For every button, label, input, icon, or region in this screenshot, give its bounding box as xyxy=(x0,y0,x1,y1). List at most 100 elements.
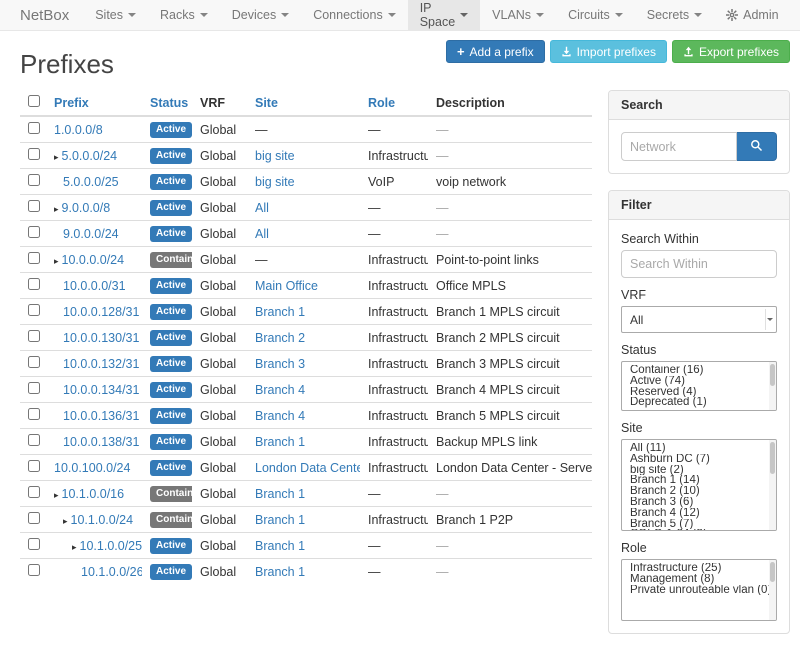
select-all-checkbox[interactable] xyxy=(28,95,40,107)
row-checkbox[interactable] xyxy=(28,174,40,186)
nav-item-ip-space[interactable]: IP Space xyxy=(408,0,480,30)
select-option[interactable]: big site (2) xyxy=(622,465,776,476)
row-checkbox[interactable] xyxy=(28,252,40,264)
nav-item-devices[interactable]: Devices xyxy=(220,0,301,30)
prefix-link[interactable]: 10.1.0.0/25 xyxy=(80,539,142,553)
prefix-link[interactable]: 10.1.0.0/24 xyxy=(71,513,134,527)
site-link[interactable]: big site xyxy=(255,149,295,163)
select-option[interactable]: Container (16) xyxy=(622,365,776,376)
select-option[interactable]: Active (74) xyxy=(622,376,776,387)
nav-item-admin[interactable]: Admin xyxy=(714,0,790,30)
select-option[interactable]: Infrastructure (25) xyxy=(622,563,776,574)
search-within-input[interactable] xyxy=(621,250,777,278)
nav-item-secrets[interactable]: Secrets xyxy=(635,0,714,30)
site-link[interactable]: Main Office xyxy=(255,279,318,293)
site-link[interactable]: Branch 4 xyxy=(255,383,305,397)
column-header-role[interactable]: Role xyxy=(360,90,428,116)
prefix-link[interactable]: 1.0.0.0/8 xyxy=(54,123,103,137)
prefix-link[interactable]: 10.0.0.130/31 xyxy=(63,331,139,345)
brand-netbox[interactable]: NetBox xyxy=(6,0,83,30)
row-checkbox[interactable] xyxy=(28,304,40,316)
column-header-site[interactable]: Site xyxy=(247,90,360,116)
select-option[interactable]: Branch 4 (12) xyxy=(622,508,776,519)
site-link[interactable]: All xyxy=(255,201,269,215)
row-checkbox[interactable] xyxy=(28,278,40,290)
prefix-link[interactable]: 9.0.0.0/24 xyxy=(63,227,119,241)
select-option[interactable]: All (11) xyxy=(622,443,776,454)
vrf-value: Global xyxy=(200,253,236,267)
row-checkbox[interactable] xyxy=(28,200,40,212)
site-link[interactable]: Branch 4 xyxy=(255,409,305,423)
row-checkbox[interactable] xyxy=(28,564,40,576)
nav-item-circuits[interactable]: Circuits xyxy=(556,0,635,30)
site-link[interactable]: Branch 1 xyxy=(255,487,305,501)
site-link[interactable]: All xyxy=(255,227,269,241)
select-option[interactable]: Branch 2 (10) xyxy=(622,486,776,497)
prefix-link[interactable]: 10.0.0.128/31 xyxy=(63,305,139,319)
column-header-prefix[interactable]: Prefix xyxy=(46,90,142,116)
empty-value: — xyxy=(436,565,449,579)
prefix-link[interactable]: 10.0.0.136/31 xyxy=(63,409,139,423)
select-option[interactable]: Branch 5 (7) xyxy=(622,519,776,530)
row-checkbox[interactable] xyxy=(28,122,40,134)
nav-item-connections[interactable]: Connections xyxy=(301,0,408,30)
select-option[interactable]: Branch 1 (14) xyxy=(622,475,776,486)
site-link[interactable]: Branch 3 xyxy=(255,357,305,371)
prefix-link[interactable]: 10.0.0.0/24 xyxy=(62,253,125,267)
select-option[interactable]: Ashburn DC (7) xyxy=(622,454,776,465)
scrollbar[interactable] xyxy=(769,362,776,410)
role-multiselect[interactable]: Infrastructure (25)Management (8)Private… xyxy=(621,559,777,621)
nav-item-profile[interactable]: Profile xyxy=(791,0,800,30)
site-link[interactable]: Branch 1 xyxy=(255,539,305,553)
row-checkbox[interactable] xyxy=(28,226,40,238)
site-multiselect[interactable]: All (11)Ashburn DC (7)big site (2)Branch… xyxy=(621,439,777,531)
prefix-link[interactable]: 10.0.0.0/31 xyxy=(63,279,126,293)
import-prefixes-button[interactable]: Import prefixes xyxy=(550,40,667,63)
scrollbar[interactable] xyxy=(769,560,776,620)
scrollbar[interactable] xyxy=(769,440,776,530)
row-checkbox[interactable] xyxy=(28,382,40,394)
nav-item-sites[interactable]: Sites xyxy=(83,0,148,30)
select-option[interactable]: Management (8) xyxy=(622,574,776,585)
prefix-link[interactable]: 10.1.0.0/16 xyxy=(62,487,125,501)
row-checkbox[interactable] xyxy=(28,356,40,368)
site-link[interactable]: big site xyxy=(255,175,295,189)
select-option[interactable]: Reserved (4) xyxy=(622,387,776,398)
prefix-link[interactable]: 10.0.0.138/31 xyxy=(63,435,139,449)
vrf-select[interactable]: All xyxy=(621,306,777,333)
row-checkbox[interactable] xyxy=(28,486,40,498)
nav-item-vlans[interactable]: VLANs xyxy=(480,0,556,30)
row-checkbox[interactable] xyxy=(28,460,40,472)
prefix-link[interactable]: 5.0.0.0/25 xyxy=(63,175,119,189)
chevron-down-icon xyxy=(536,13,544,17)
search-button[interactable] xyxy=(737,132,777,161)
row-checkbox[interactable] xyxy=(28,408,40,420)
row-checkbox[interactable] xyxy=(28,538,40,550)
prefix-link[interactable]: 10.0.0.134/31 xyxy=(63,383,139,397)
prefix-link[interactable]: 10.0.100.0/24 xyxy=(54,461,130,475)
select-option[interactable]: Deprecated (1) xyxy=(622,397,776,408)
search-input[interactable] xyxy=(621,132,737,161)
export-prefixes-button[interactable]: Export prefixes xyxy=(672,40,790,63)
row-checkbox[interactable] xyxy=(28,512,40,524)
site-link[interactable]: Branch 1 xyxy=(255,513,305,527)
prefix-link[interactable]: 10.0.0.132/31 xyxy=(63,357,139,371)
site-link[interactable]: Branch 1 xyxy=(255,305,305,319)
prefix-link[interactable]: 5.0.0.0/24 xyxy=(62,149,118,163)
prefix-link[interactable]: 9.0.0.0/8 xyxy=(62,201,111,215)
select-option[interactable]: Branch 3 (6) xyxy=(622,497,776,508)
select-option[interactable]: COLO-1-24 (3) xyxy=(622,529,776,531)
select-option[interactable]: Private unrouteable vlan (0) xyxy=(622,585,776,596)
row-checkbox[interactable] xyxy=(28,148,40,160)
prefix-link[interactable]: 10.1.0.0/26 xyxy=(81,565,142,579)
column-header-status[interactable]: Status xyxy=(142,90,192,116)
add-prefix-button[interactable]: + Add a prefix xyxy=(446,40,545,63)
row-checkbox[interactable] xyxy=(28,330,40,342)
site-link[interactable]: London Data Center xyxy=(255,461,360,475)
status-multiselect[interactable]: Container (16)Active (74)Reserved (4)Dep… xyxy=(621,361,777,411)
nav-item-racks[interactable]: Racks xyxy=(148,0,220,30)
site-link[interactable]: Branch 2 xyxy=(255,331,305,345)
site-link[interactable]: Branch 1 xyxy=(255,435,305,449)
row-checkbox[interactable] xyxy=(28,434,40,446)
site-link[interactable]: Branch 1 xyxy=(255,565,305,579)
